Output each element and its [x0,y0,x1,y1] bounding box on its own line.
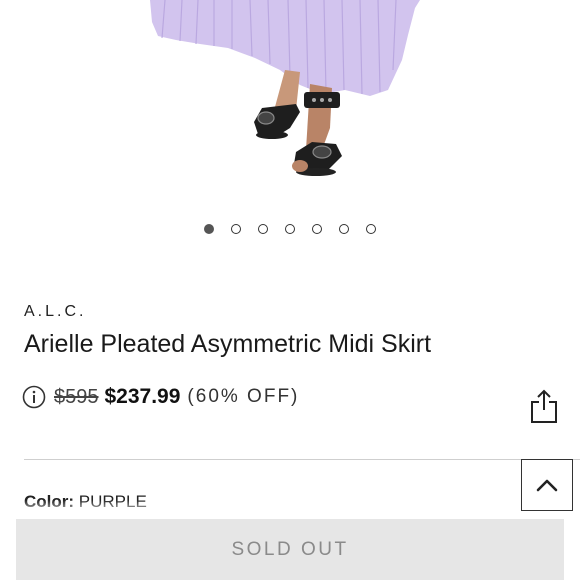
brand-name[interactable]: A.L.C. [24,303,86,321]
price-row: $595 $237.99 (60% OFF) [22,382,299,412]
carousel-dot[interactable] [312,224,322,234]
carousel-dot[interactable] [231,224,241,234]
product-image[interactable] [0,0,580,200]
product-photo [0,0,580,200]
chevron-up-icon [536,479,558,492]
carousel-dot[interactable] [258,224,268,234]
divider [24,459,580,460]
info-icon[interactable] [22,385,46,409]
carousel-dot[interactable] [285,224,295,234]
carousel-dot[interactable] [366,224,376,234]
image-carousel-indicators [0,224,580,238]
carousel-dot[interactable] [204,224,214,234]
carousel-dot[interactable] [339,224,349,234]
product-title: Arielle Pleated Asymmetric Midi Skirt [24,330,432,358]
original-price: $595 [54,385,99,408]
back-to-top-button[interactable] [521,459,573,511]
sold-out-button[interactable]: SOLD OUT [16,519,564,580]
discount-label: (60% OFF) [187,386,300,407]
share-icon[interactable] [528,388,560,424]
sale-price: $237.99 [104,385,181,408]
